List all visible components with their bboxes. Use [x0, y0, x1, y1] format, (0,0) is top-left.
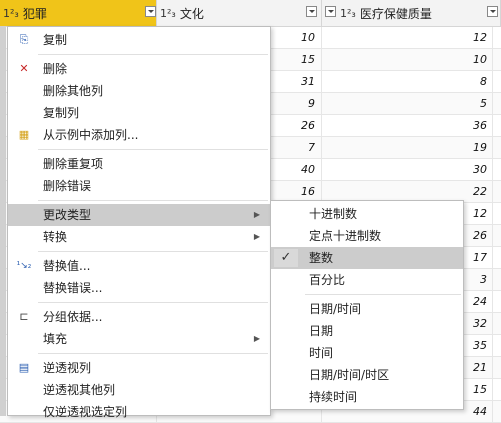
cell[interactable]: 36 — [322, 115, 493, 137]
menu-item-unpivot-selected-columns[interactable]: 仅逆透视选定列 — [8, 401, 270, 423]
submenu-arrow-icon: ▶ — [253, 210, 260, 219]
add-column-from-examples-icon: ▦ — [18, 128, 30, 141]
column-header-row: 1²₃ 犯罪 1²₃ 文化 1²₃ 医疗保健质量 — [0, 0, 501, 27]
menu-item-label: 整数 — [309, 251, 334, 265]
submenu-arrow-icon: ▶ — [253, 232, 260, 241]
cell[interactable]: 30 — [322, 159, 493, 181]
menu-item-change-type[interactable]: 更改类型 ▶ — [8, 204, 270, 226]
checkmark-icon: ✓ — [274, 249, 298, 267]
menu-item-label: 复制 — [43, 33, 68, 47]
menu-item-label: 替换值... — [43, 259, 91, 273]
menu-item-label: 复制列 — [43, 106, 80, 120]
menu-item-remove-errors[interactable]: 删除错误 — [8, 175, 270, 197]
type-option-date-time[interactable]: 日期/时间 — [271, 298, 463, 320]
column-header-crime[interactable]: 1²₃ 犯罪 — [0, 0, 157, 26]
menu-item-remove-duplicates[interactable]: 删除重复项 — [8, 153, 270, 175]
column-filter-dropdown-icon[interactable] — [487, 6, 498, 17]
cell[interactable]: 19 — [322, 137, 493, 159]
menu-item-label: 转换 — [43, 230, 68, 244]
menu-separator — [38, 200, 268, 201]
menu-item-delete-other-columns[interactable]: 删除其他列 — [8, 80, 270, 102]
type-option-whole-number[interactable]: ✓ 整数 — [271, 247, 463, 269]
menu-item-label: 更改类型 — [43, 208, 92, 222]
cell[interactable]: 5 — [322, 93, 493, 115]
type-option-percentage[interactable]: 百分比 — [271, 269, 463, 291]
column-filter-dropdown-icon[interactable] — [306, 6, 317, 17]
type-option-decimal[interactable]: 十进制数 — [271, 203, 463, 225]
column-header-culture[interactable]: 1²₃ 文化 — [157, 0, 322, 26]
menu-item-label: 十进制数 — [309, 207, 358, 221]
type-option-date[interactable]: 日期 — [271, 320, 463, 342]
menu-item-label: 逆透视其他列 — [43, 383, 116, 397]
menu-item-label: 删除其他列 — [43, 84, 104, 98]
menu-separator — [305, 294, 461, 295]
column-name: 医疗保健质量 — [359, 6, 432, 21]
unpivot-columns-icon: ▤ — [18, 361, 30, 374]
menu-item-duplicate-column[interactable]: 复制列 — [8, 102, 270, 124]
menu-separator — [38, 353, 268, 354]
column-name: 犯罪 — [22, 6, 47, 21]
type-option-time[interactable]: 时间 — [271, 342, 463, 364]
column-filter-dropdown-icon[interactable] — [325, 6, 336, 17]
menu-item-label: 删除 — [43, 62, 68, 76]
menu-item-group-by[interactable]: ⊏ 分组依据... — [8, 306, 270, 328]
copy-icon: ⎘ — [19, 33, 29, 46]
whole-number-type-icon[interactable]: 1²₃ — [160, 7, 176, 20]
submenu-arrow-icon: ▶ — [253, 334, 260, 343]
menu-separator — [38, 149, 268, 150]
type-option-fixed-decimal[interactable]: 定点十进制数 — [271, 225, 463, 247]
menu-item-label: 日期/时间/时区 — [309, 368, 390, 382]
type-option-date-time-timezone[interactable]: 日期/时间/时区 — [271, 364, 463, 386]
menu-item-label: 逆透视列 — [43, 361, 92, 375]
menu-item-label: 定点十进制数 — [309, 229, 382, 243]
menu-item-label: 删除重复项 — [43, 157, 104, 171]
column-header-healthcare-quality[interactable]: 1²₃ 医疗保健质量 — [322, 0, 501, 26]
column-context-menu: ⎘ 复制 ✕ 删除 删除其他列 复制列 ▦ 从示例中添加列... 删除重复项 删… — [7, 26, 271, 419]
cell[interactable]: 12 — [322, 27, 493, 49]
menu-item-label: 分组依据... — [43, 310, 103, 324]
whole-number-type-icon[interactable]: 1²₃ — [3, 7, 19, 20]
menu-item-label: 删除错误 — [43, 179, 92, 193]
menu-item-unpivot-columns[interactable]: ▤ 逆透视列 — [8, 357, 270, 379]
menu-item-label: 时间 — [309, 346, 334, 360]
menu-item-label: 从示例中添加列... — [43, 128, 139, 142]
menu-item-label: 仅逆透视选定列 — [43, 405, 128, 419]
menu-item-label: 百分比 — [309, 273, 346, 287]
group-by-icon: ⊏ — [19, 310, 29, 323]
cell[interactable]: 10 — [322, 49, 493, 71]
menu-item-unpivot-other-columns[interactable]: 逆透视其他列 — [8, 379, 270, 401]
menu-item-label: 替换错误... — [43, 281, 103, 295]
replace-values-icon: ¹↘₂ — [16, 261, 32, 271]
menu-item-delete[interactable]: ✕ 删除 — [8, 58, 270, 80]
column-name: 文化 — [179, 6, 204, 21]
menu-item-label: 日期 — [309, 324, 334, 338]
menu-separator — [38, 251, 268, 252]
menu-item-replace-values[interactable]: ¹↘₂ 替换值... — [8, 255, 270, 277]
type-option-duration[interactable]: 持续时间 — [271, 386, 463, 408]
menu-item-label: 填充 — [43, 332, 68, 346]
menu-item-add-column-from-examples[interactable]: ▦ 从示例中添加列... — [8, 124, 270, 146]
menu-item-copy[interactable]: ⎘ 复制 — [8, 29, 270, 51]
delete-column-icon: ✕ — [19, 62, 29, 75]
menu-item-transform[interactable]: 转换 ▶ — [8, 226, 270, 248]
change-type-submenu: 十进制数 定点十进制数 ✓ 整数 百分比 日期/时间 日期 时间 日期/时间/时… — [270, 200, 464, 410]
column-filter-dropdown-icon[interactable] — [145, 6, 156, 17]
menu-item-fill[interactable]: 填充 ▶ — [8, 328, 270, 350]
menu-item-label: 持续时间 — [309, 390, 358, 404]
menu-item-replace-errors[interactable]: 替换错误... — [8, 277, 270, 299]
cell[interactable]: 8 — [322, 71, 493, 93]
menu-separator — [38, 54, 268, 55]
selected-column-strip — [0, 26, 6, 416]
menu-separator — [38, 302, 268, 303]
menu-item-label: 日期/时间 — [309, 302, 362, 316]
whole-number-type-icon[interactable]: 1²₃ — [340, 7, 356, 20]
